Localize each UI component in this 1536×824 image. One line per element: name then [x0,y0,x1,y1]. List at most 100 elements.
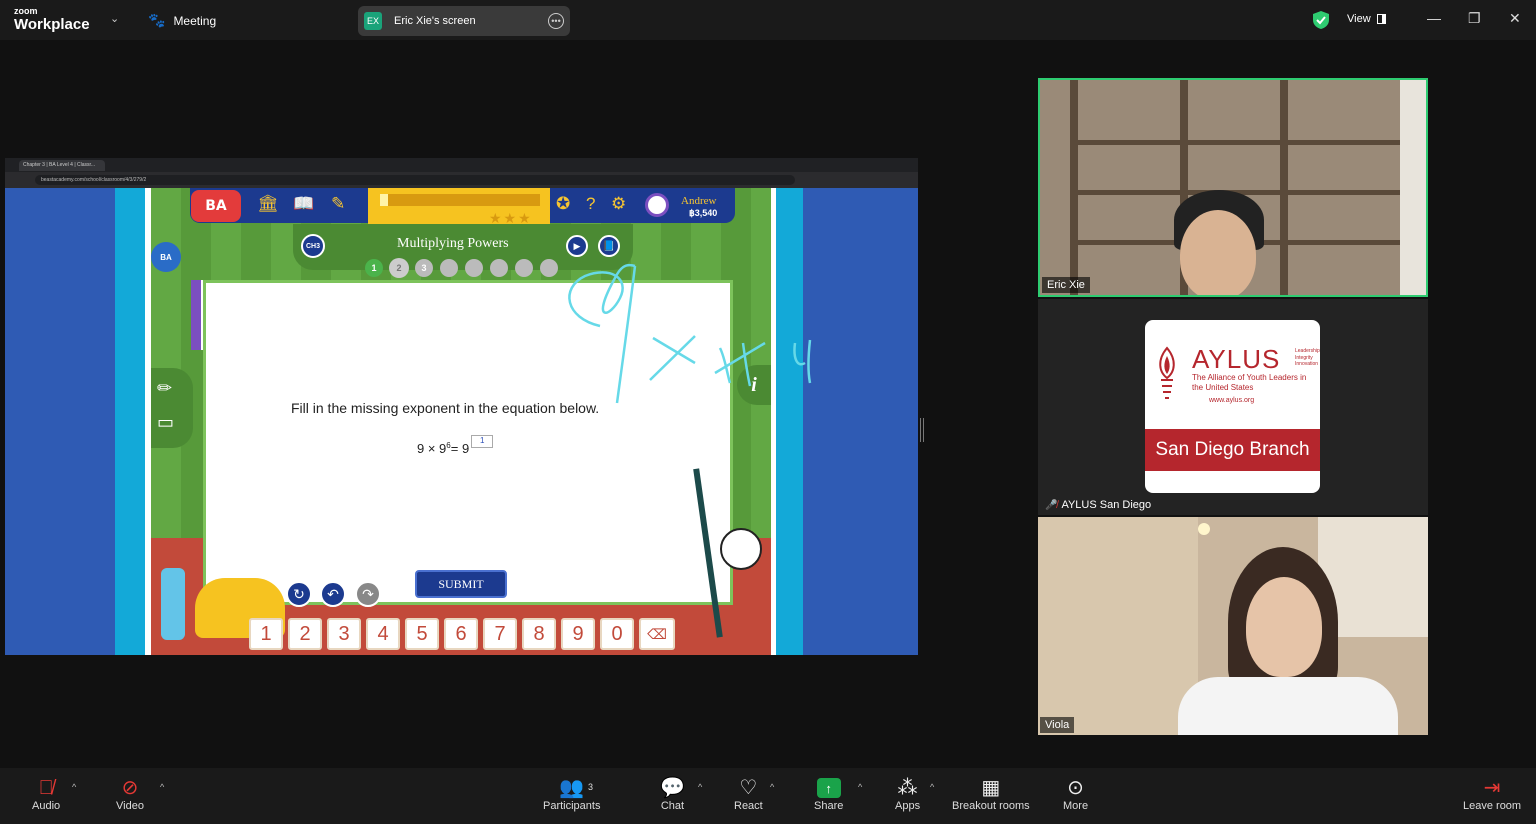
avatar[interactable] [645,193,669,217]
gear-icon[interactable]: ⚙ [611,194,626,214]
react-button[interactable]: ♡ React [734,776,763,812]
submit-button[interactable]: SUBMIT [415,570,507,598]
meeting-info-button[interactable]: 🐾 Meeting [148,12,216,29]
ceiling-light [1198,523,1210,535]
chevron-up-icon[interactable]: ^ [160,782,164,792]
shared-screen[interactable]: Chapter 3 | BA Level 4 | Classr... beast… [5,158,918,655]
guide-icon[interactable]: 📘 [598,235,620,257]
chevron-up-icon[interactable]: ^ [858,782,862,792]
answer-input[interactable]: 1 [471,435,494,448]
video-tile-viola[interactable]: Viola [1038,517,1428,735]
puzzle-icon[interactable]: ✎ [331,194,345,214]
resize-handle[interactable] [920,418,924,442]
pencil-icon[interactable]: ✏ [157,378,172,399]
ba-side-logo[interactable]: BA [151,242,181,272]
browser-tab[interactable]: Chapter 3 | BA Level 4 | Classr... [19,159,105,171]
reset-icon[interactable]: ↻ [286,581,312,607]
award-icon[interactable]: ✪ [556,194,570,214]
key-4[interactable]: 4 [366,618,400,650]
eraser-icon[interactable]: ▭ [157,412,174,433]
aylus-url: www.aylus.org [1209,397,1255,404]
key-5[interactable]: 5 [405,618,439,650]
browser-address-bar: beastacademy.com/school/classroom/4/3/27… [5,172,918,188]
info-button[interactable]: i [737,365,771,405]
equation-rhs: = 9 [450,441,470,456]
chevron-up-icon[interactable]: ^ [72,782,76,792]
breakout-label: Breakout rooms [952,800,1030,812]
chapter-button[interactable]: CH3 [301,234,325,258]
key-7[interactable]: 7 [483,618,517,650]
equation: 9 × 96 = 9 1 [417,435,494,456]
home-icon[interactable]: 🏛 [257,194,279,214]
undo-icon[interactable]: ↶ [320,581,346,607]
redo-icon[interactable]: ↷ [355,581,381,607]
progress-dot[interactable]: 2 [389,258,409,278]
layout-icon [1376,14,1386,24]
key-6[interactable]: 6 [444,618,478,650]
play-icon[interactable]: ▶ [566,235,588,257]
lock-icon [465,259,483,277]
url-field[interactable]: beastacademy.com/school/classroom/4/3/27… [35,175,795,185]
react-label: React [734,800,763,812]
apps-button[interactable]: ⁂ Apps [895,776,920,812]
minimize-icon[interactable]: — [1427,10,1441,26]
leave-label: Leave room [1463,800,1522,812]
chevron-up-icon[interactable]: ^ [930,782,934,792]
chevron-up-icon[interactable]: ^ [698,782,702,792]
more-options-icon[interactable]: ••• [548,13,564,29]
chat-icon: 💬 [660,777,685,799]
share-button[interactable]: ↑ Share [814,776,843,812]
field-line-right [771,188,776,655]
person-face [1180,210,1256,295]
user-name[interactable]: Andrew [681,195,716,207]
key-0[interactable]: 0 [600,618,634,650]
key-2[interactable]: 2 [288,618,322,650]
progress-dot[interactable]: 3 [415,259,433,277]
ba-logo[interactable]: BA [191,190,241,222]
key-8[interactable]: 8 [522,618,556,650]
mic-muted-icon: 🎤̸ [1045,499,1058,511]
key-9[interactable]: 9 [561,618,595,650]
zoom-logo[interactable]: zoom Workplace [14,6,90,33]
lock-icon [490,259,508,277]
audio-button[interactable]: 🎙̸ Audio [32,776,60,812]
brand-bottom: Workplace [14,16,90,33]
participant-name: 🎤̸ AYLUS San Diego [1040,497,1156,513]
leave-room-button[interactable]: ⇥ Leave room [1463,776,1521,812]
help-icon[interactable]: ? [586,194,595,214]
apps-label: Apps [895,800,921,812]
more-icon: ⊙ [1067,777,1084,799]
soccer-ball [720,528,762,570]
backspace-icon[interactable]: ⌫ [639,618,675,650]
aylus-tagline: Leadership Integrity Innovation [1295,348,1320,367]
lock-icon [540,259,558,277]
video-button[interactable]: ⊘ Video [116,776,144,812]
chevron-up-icon[interactable]: ^ [770,782,774,792]
video-tile-aylus[interactable]: AYLUS Leadership Integrity Innovation Th… [1038,299,1428,515]
chat-label: Chat [660,800,685,812]
progress-bar [380,194,540,206]
view-button[interactable]: View [1347,13,1386,25]
progress-dot[interactable]: 1 [365,259,383,277]
book-icon[interactable]: 📖 [293,194,314,214]
user-coins: ฿3,540 [689,208,718,218]
restore-icon[interactable]: ❐ [1468,10,1481,27]
more-button[interactable]: ⊙ More [1063,776,1088,812]
heart-icon: ♡ [739,777,758,799]
chat-button[interactable]: 💬 Chat [660,776,685,812]
brand-top: zoom [14,6,38,16]
shield-icon[interactable] [1313,11,1329,29]
chevron-down-icon[interactable]: ⌄ [110,12,119,25]
close-icon[interactable]: ✕ [1509,10,1521,27]
key-1[interactable]: 1 [249,618,283,650]
screen-share-pill[interactable]: EX Eric Xie's screen ••• [358,6,570,36]
progress-fill [380,194,388,206]
video-tile-eric[interactable]: Eric Xie [1038,78,1428,297]
breakout-rooms-button[interactable]: ▦ Breakout rooms [952,776,1030,812]
leave-icon: ⇥ [1483,777,1501,799]
breakout-icon: ▦ [981,777,1001,799]
shelf-post [1280,80,1288,295]
key-3[interactable]: 3 [327,618,361,650]
top-bar: zoom Workplace ⌄ 🐾 Meeting EX Eric Xie's… [0,0,1536,40]
participant-name: Viola [1040,717,1075,733]
